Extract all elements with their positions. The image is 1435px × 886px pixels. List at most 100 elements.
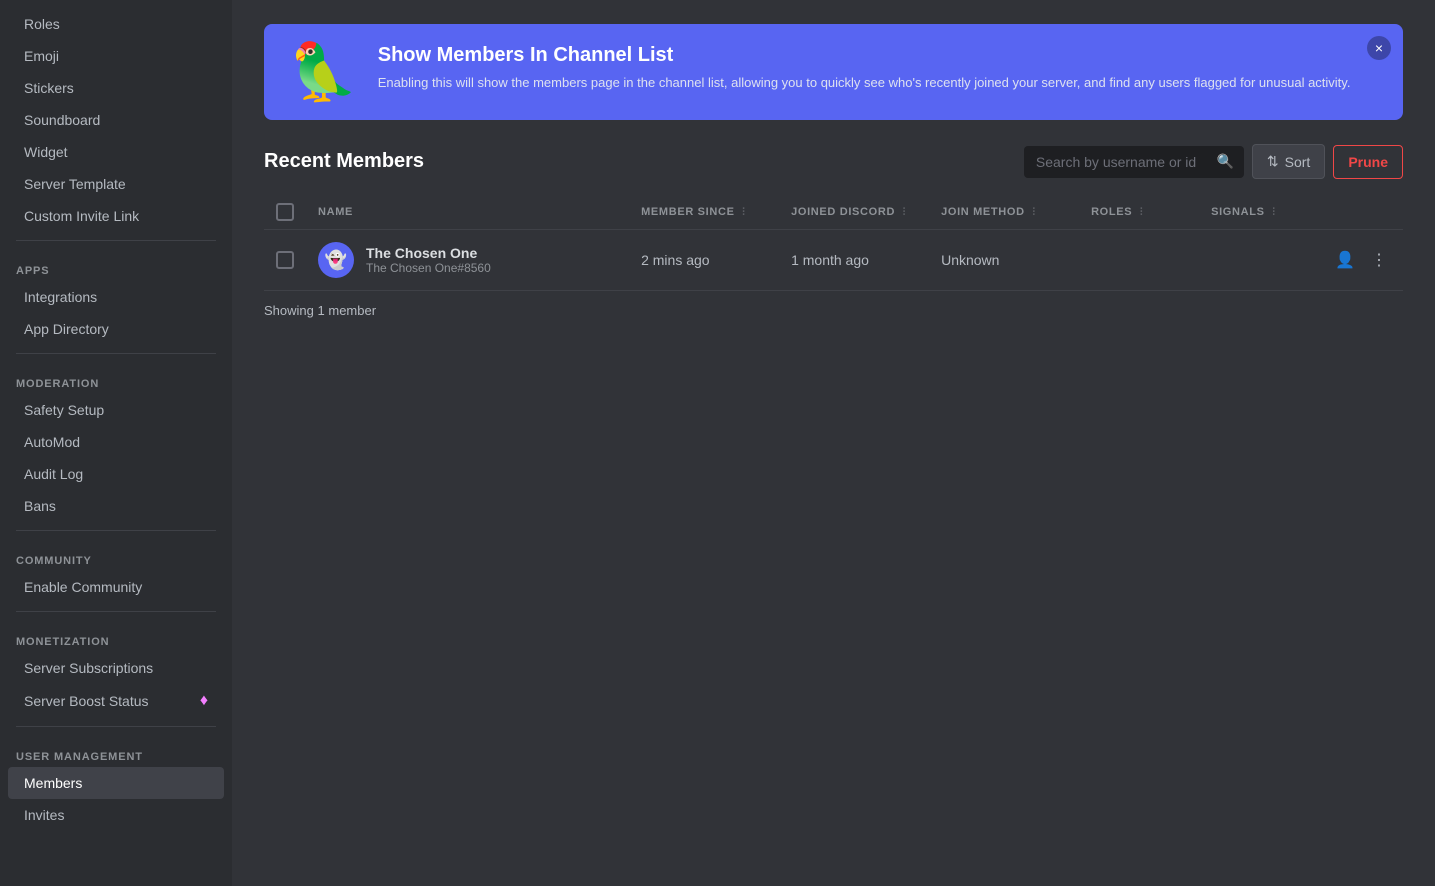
filter-icon-signals: ⫶ <box>1272 207 1275 218</box>
sidebar-item-automod[interactable]: AutoMod <box>8 426 224 458</box>
th-member-since-label: MEMBER SINCE <box>641 206 734 218</box>
sort-icon: ⇅ <box>1267 153 1279 170</box>
row-actions-cell: 👤 ⋮ <box>1319 230 1403 291</box>
sidebar-item-bans[interactable]: Bans <box>8 490 224 522</box>
row-signals-cell <box>1199 230 1319 291</box>
banner-text-container: Show Members In Channel List Enabling th… <box>378 44 1379 93</box>
sidebar-item-enable-community[interactable]: Enable Community <box>8 571 224 603</box>
member-profile-button[interactable]: 👤 <box>1331 246 1359 274</box>
row-member-since-cell: 2 mins ago <box>629 230 779 291</box>
member-avatar-emoji: 👻 <box>325 250 347 271</box>
row-checkbox-cell[interactable] <box>264 230 306 291</box>
sidebar-item-roles[interactable]: Roles <box>8 8 224 40</box>
members-header: Recent Members 🔍 ⇅ Sort Prune <box>264 144 1403 179</box>
banner-emoji-icon: 🦜 <box>288 44 358 100</box>
sidebar-item-label: Integrations <box>24 289 97 305</box>
sidebar-item-label: Roles <box>24 16 60 32</box>
filter-icon-joined-discord: ⫶ <box>903 207 906 218</box>
sidebar-item-soundboard[interactable]: Soundboard <box>8 104 224 136</box>
members-table: NAME MEMBER SINCE ⫶ JOINED DISCORD ⫶ JOI… <box>264 195 1403 291</box>
showing-label: Showing <box>264 303 314 318</box>
showing-unit-value: member <box>328 303 376 318</box>
sidebar-item-label: Soundboard <box>24 112 100 128</box>
prune-button[interactable]: Prune <box>1333 145 1403 179</box>
table-row: 👻 The Chosen One The Chosen One#8560 2 m… <box>264 230 1403 291</box>
members-title: Recent Members <box>264 150 424 173</box>
main-content: 🦜 Show Members In Channel List Enabling … <box>232 0 1435 886</box>
show-members-banner: 🦜 Show Members In Channel List Enabling … <box>264 24 1403 120</box>
divider-monetization <box>16 611 216 612</box>
sort-label: Sort <box>1285 154 1311 170</box>
sidebar-item-audit-log[interactable]: Audit Log <box>8 458 224 490</box>
sidebar-item-label: Custom Invite Link <box>24 208 139 224</box>
sidebar-item-safety-setup[interactable]: Safety Setup <box>8 394 224 426</box>
th-roles[interactable]: ROLES ⫶ <box>1079 195 1199 230</box>
table-header: NAME MEMBER SINCE ⫶ JOINED DISCORD ⫶ JOI… <box>264 195 1403 230</box>
sidebar: Roles Emoji Stickers Soundboard Widget S… <box>0 0 232 886</box>
th-member-since[interactable]: MEMBER SINCE ⫶ <box>629 195 779 230</box>
showing-members-text: Showing 1 member <box>264 303 1403 318</box>
banner-description: Enabling this will show the members page… <box>378 73 1379 93</box>
sidebar-item-custom-invite-link[interactable]: Custom Invite Link <box>8 200 224 232</box>
th-joined-discord[interactable]: JOINED DISCORD ⫶ <box>779 195 929 230</box>
th-checkbox[interactable] <box>264 195 306 230</box>
sidebar-item-emoji[interactable]: Emoji <box>8 40 224 72</box>
sidebar-item-stickers[interactable]: Stickers <box>8 72 224 104</box>
th-roles-label: ROLES <box>1091 206 1132 218</box>
sidebar-item-members[interactable]: Members <box>8 767 224 799</box>
sidebar-item-label: App Directory <box>24 321 109 337</box>
sidebar-item-label: Bans <box>24 498 56 514</box>
sidebar-item-label: Invites <box>24 807 64 823</box>
th-joined-discord-label: JOINED DISCORD <box>791 206 895 218</box>
filter-icon-join-method: ⫶ <box>1032 207 1035 218</box>
sidebar-item-label: Audit Log <box>24 466 83 482</box>
row-checkbox[interactable] <box>276 251 294 269</box>
sidebar-item-label: Safety Setup <box>24 402 104 418</box>
sort-button[interactable]: ⇅ Sort <box>1252 144 1325 179</box>
row-roles-cell <box>1079 230 1199 291</box>
th-signals[interactable]: SIGNALS ⫶ <box>1199 195 1319 230</box>
row-join-method-cell: Unknown <box>929 230 1079 291</box>
search-wrapper: 🔍 <box>1024 146 1244 178</box>
section-label-community: COMMUNITY <box>0 539 232 571</box>
sidebar-item-integrations[interactable]: Integrations <box>8 281 224 313</box>
section-label-user-management: USER MANAGEMENT <box>0 735 232 767</box>
search-input[interactable] <box>1024 146 1244 178</box>
sidebar-item-label: Members <box>24 775 82 791</box>
member-since-value: 2 mins ago <box>641 252 709 268</box>
sidebar-item-server-subscriptions[interactable]: Server Subscriptions <box>8 652 224 684</box>
members-controls: 🔍 ⇅ Sort Prune <box>1024 144 1403 179</box>
member-actions: 👤 ⋮ <box>1331 246 1391 274</box>
sidebar-item-label: Server Subscriptions <box>24 660 153 676</box>
select-all-checkbox[interactable] <box>276 203 294 221</box>
th-name[interactable]: NAME <box>306 195 629 230</box>
sidebar-item-server-boost-status[interactable]: Server Boost Status ♦ <box>8 684 224 718</box>
th-join-method-label: JOIN METHOD <box>941 206 1025 218</box>
th-name-label: NAME <box>318 206 353 218</box>
member-info: 👻 The Chosen One The Chosen One#8560 <box>318 242 617 278</box>
member-avatar: 👻 <box>318 242 354 278</box>
sidebar-item-widget[interactable]: Widget <box>8 136 224 168</box>
section-label-apps: APPS <box>0 249 232 281</box>
th-signals-label: SIGNALS <box>1211 206 1265 218</box>
sidebar-item-server-template[interactable]: Server Template <box>8 168 224 200</box>
row-name-cell: 👻 The Chosen One The Chosen One#8560 <box>306 230 629 291</box>
divider-apps <box>16 240 216 241</box>
sidebar-item-label: Server Boost Status <box>24 693 149 709</box>
banner-title: Show Members In Channel List <box>378 44 1379 67</box>
sidebar-item-label: AutoMod <box>24 434 80 450</box>
sidebar-item-app-directory[interactable]: App Directory <box>8 313 224 345</box>
divider-user-management <box>16 726 216 727</box>
th-join-method[interactable]: JOIN METHOD ⫶ <box>929 195 1079 230</box>
section-label-monetization: MONETIZATION <box>0 620 232 652</box>
th-actions <box>1319 195 1403 230</box>
join-method-value: Unknown <box>941 252 999 268</box>
member-tag: The Chosen One#8560 <box>366 261 491 275</box>
sidebar-item-invites[interactable]: Invites <box>8 799 224 831</box>
divider-community <box>16 530 216 531</box>
sidebar-item-label: Stickers <box>24 80 74 96</box>
banner-close-button[interactable]: × <box>1367 36 1391 60</box>
sidebar-item-label: Emoji <box>24 48 59 64</box>
member-more-button[interactable]: ⋮ <box>1367 246 1391 274</box>
table-body: 👻 The Chosen One The Chosen One#8560 2 m… <box>264 230 1403 291</box>
